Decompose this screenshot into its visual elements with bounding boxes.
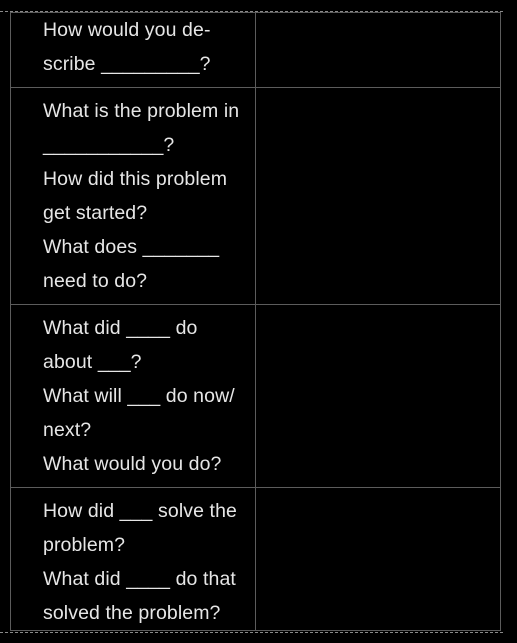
question-line: solved the problem? [43,602,221,624]
question-line: What will ___ do now/ [43,385,235,407]
question-line: ___________? [43,134,175,156]
question-line: What would you do? [43,453,222,475]
question-line: What does _______ [43,236,220,258]
question-line: problem? [43,534,126,556]
question-line: How did this problem [43,168,228,190]
question-line: What did ____ do [43,317,198,339]
table-row: How did ___ solve the problem? What did … [10,487,501,631]
question-line: scribe _________? [43,53,211,75]
table-row: How would you de- scribe _________? [10,12,501,88]
question-cell: How did ___ solve the problem? What did … [10,487,256,631]
question-line: What did ____ do that [43,568,236,590]
question-line: What is the problem in [43,100,240,122]
table-row: What did ____ do about ___? What will __… [10,304,501,488]
answer-cell[interactable] [255,12,501,88]
question-line: about ___? [43,351,142,373]
question-line: get started? [43,202,148,224]
question-line: need to do? [43,270,148,292]
question-cell: What is the problem in ___________? How … [10,87,256,305]
question-cell: What did ____ do about ___? What will __… [10,304,256,488]
question-cell: How would you de- scribe _________? [10,12,256,88]
answer-cell[interactable] [255,487,501,631]
question-line: next? [43,419,92,441]
question-line: How would you de- [43,19,211,41]
table-row: What is the problem in ___________? How … [10,87,501,305]
answer-cell[interactable] [255,304,501,488]
question-table: How would you de- scribe _________? What… [10,12,501,631]
question-line: How did ___ solve the [43,500,237,522]
bottom-dashed-border [0,632,503,633]
answer-cell[interactable] [255,87,501,305]
